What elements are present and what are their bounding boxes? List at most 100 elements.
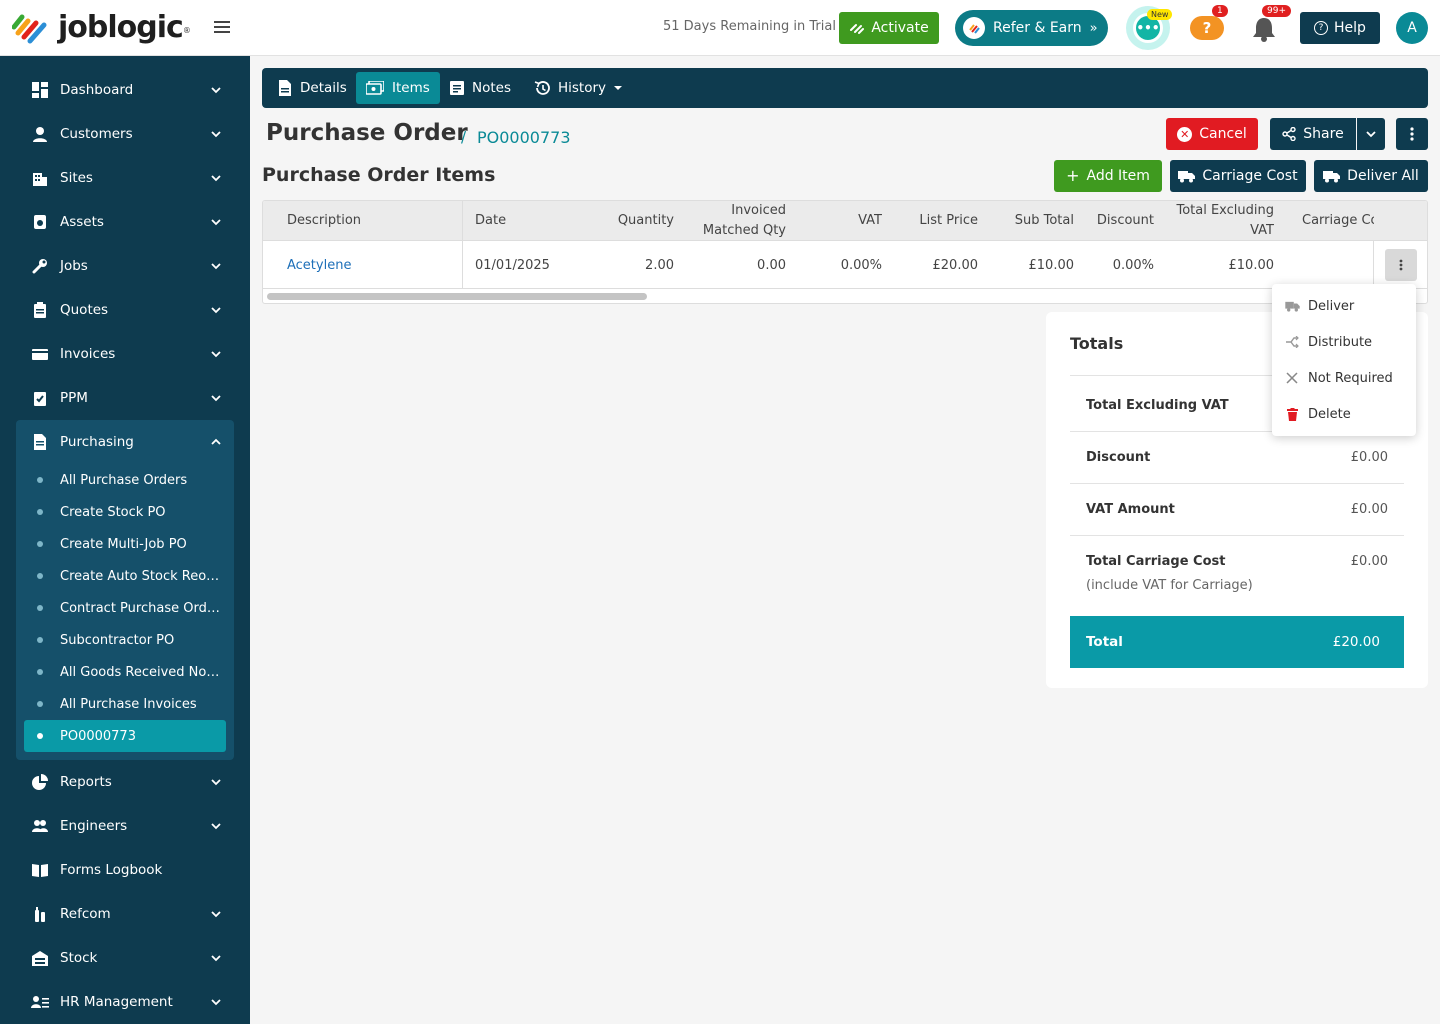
menu-item-deliver[interactable]: Deliver (1272, 288, 1416, 324)
help-button[interactable]: ? Help (1300, 12, 1380, 44)
total-excl-vat-label: Total Excluding VAT (1086, 398, 1229, 413)
sidebar-item-sites[interactable]: Sites (16, 156, 234, 200)
cell-invoiced-matched-qty: 0.00 (757, 257, 786, 273)
item-description-link[interactable]: Acetylene (287, 258, 351, 273)
sidebar-item-jobs[interactable]: Jobs (16, 244, 234, 288)
menu-item-label: Delete (1308, 406, 1351, 422)
sidebar-item-quotes[interactable]: Quotes (16, 288, 234, 332)
building-icon (31, 169, 49, 187)
chevron-up-icon (211, 438, 221, 445)
carriage-cost-button[interactable]: Carriage Cost (1170, 160, 1306, 192)
share-label: Share (1303, 126, 1344, 142)
row-actions-button[interactable] (1385, 249, 1417, 281)
column-header-invoiced-matched-qty[interactable]: Invoiced Matched Qty (683, 201, 786, 241)
menu-toggle-icon[interactable] (212, 18, 232, 38)
table-row: Acetylene (287, 241, 351, 289)
column-header-discount[interactable]: Discount (1083, 201, 1154, 241)
sidebar-item-customers[interactable]: Customers (16, 112, 234, 156)
user-avatar[interactable]: A (1396, 12, 1428, 44)
column-header-description[interactable]: Description (287, 201, 361, 241)
header-line: Invoiced (731, 203, 786, 218)
sidebar-item-label: Purchasing (60, 434, 134, 450)
chevron-down-icon (211, 823, 221, 830)
sidebar-item-ppm[interactable]: PPM (16, 376, 234, 420)
sidebar-subitem-create-auto-stock-reorder[interactable]: Create Auto Stock Reord... (24, 560, 226, 592)
activate-icon (850, 24, 865, 34)
money-bill-icon (366, 81, 384, 95)
caret-down-icon (614, 86, 623, 90)
sidebar-subitem-create-stock-po[interactable]: Create Stock PO (24, 496, 226, 528)
sidebar-item-hr-management[interactable]: HR Management (16, 980, 234, 1024)
chevron-down-icon (211, 911, 221, 918)
notifications-bell-icon[interactable] (1250, 16, 1278, 42)
header-line: Total Excluding (1176, 203, 1274, 218)
total-label: Total (1086, 634, 1123, 650)
sidebar-subitem-create-multi-job-po[interactable]: Create Multi-Job PO (24, 528, 226, 560)
sidebar-item-label: Forms Logbook (60, 862, 163, 878)
sidebar-item-refcom[interactable]: Refcom (16, 892, 234, 936)
sidebar-item-label: Reports (60, 774, 112, 790)
sidebar-item-label: Assets (60, 214, 104, 230)
tab-details[interactable]: Details (268, 72, 357, 104)
tab-bar: Details Items Notes History (262, 68, 1428, 108)
carriage-cost-value: £0.00 (1350, 554, 1388, 569)
tab-items[interactable]: Items (356, 72, 440, 104)
add-item-button[interactable]: + Add Item (1054, 160, 1162, 192)
sidebar-subitem-contract-purchase-orders[interactable]: Contract Purchase Orders (24, 592, 226, 624)
sidebar-subitem-all-goods-received-notes[interactable]: All Goods Received Notes (24, 656, 226, 688)
sidebar-item-invoices[interactable]: Invoices (16, 332, 234, 376)
subitem-label: Create Stock PO (60, 504, 166, 520)
column-header-total-excl-vat[interactable]: Total Excluding VAT (1163, 201, 1274, 241)
column-header-sub-total[interactable]: Sub Total (983, 201, 1074, 241)
chevron-down-icon (211, 263, 221, 270)
sidebar-item-assets[interactable]: Assets (16, 200, 234, 244)
column-header-carriage-cost[interactable]: Carriage Co (1302, 201, 1374, 241)
gas-cylinder-icon (31, 905, 49, 923)
help-cloud-icon[interactable]: ? (1190, 16, 1224, 40)
clipboard-check-icon (31, 389, 49, 407)
grand-total-bar: Total £20.00 (1070, 616, 1404, 668)
column-header-date[interactable]: Date (475, 201, 506, 241)
sidebar-item-forms-logbook[interactable]: Forms Logbook (16, 848, 234, 892)
horizontal-scrollbar[interactable] (267, 293, 647, 300)
sidebar-item-stock[interactable]: Stock (16, 936, 234, 980)
menu-item-distribute[interactable]: Distribute (1272, 324, 1416, 360)
column-header-vat[interactable]: VAT (803, 201, 882, 241)
help-count-badge: 1 (1212, 5, 1228, 17)
vertical-ellipsis-icon (1399, 259, 1403, 271)
share-dropdown-button[interactable] (1357, 118, 1385, 150)
close-icon (1284, 370, 1300, 386)
activate-button[interactable]: Activate (839, 12, 939, 44)
sidebar-item-dashboard[interactable]: Dashboard (16, 68, 234, 112)
sidebar-subitem-current-po[interactable]: PO0000773 (24, 720, 226, 752)
refer-earn-button[interactable]: Refer & Earn » (955, 10, 1108, 46)
book-icon (31, 861, 49, 879)
deliver-all-label: Deliver All (1347, 168, 1419, 184)
cell-total-excl-vat: £10.00 (1228, 257, 1275, 273)
joblogic-logo[interactable]: joblogic ® (12, 10, 191, 46)
sidebar-item-purchasing[interactable]: Purchasing (16, 420, 234, 464)
notifications-count-badge: 99+ (1262, 5, 1291, 17)
subitem-label: All Goods Received Notes (60, 664, 222, 680)
wrench-icon (31, 257, 49, 275)
sidebar-subitem-all-purchase-orders[interactable]: All Purchase Orders (24, 464, 226, 496)
share-button[interactable]: Share (1270, 118, 1356, 150)
sidebar-subitem-subcontractor-po[interactable]: Subcontractor PO (24, 624, 226, 656)
sidebar-subitem-all-purchase-invoices[interactable]: All Purchase Invoices (24, 688, 226, 720)
menu-item-delete[interactable]: Delete (1272, 396, 1416, 432)
pie-chart-icon (31, 773, 49, 791)
tab-notes[interactable]: Notes (440, 72, 521, 104)
menu-item-not-required[interactable]: Not Required (1272, 360, 1416, 396)
times-circle-icon: ✕ (1177, 126, 1193, 142)
more-options-button[interactable] (1396, 118, 1428, 150)
deliver-all-button[interactable]: Deliver All (1314, 160, 1428, 192)
sidebar-item-engineers[interactable]: Engineers (16, 804, 234, 848)
tab-history[interactable]: History (524, 72, 632, 104)
sidebar-item-reports[interactable]: Reports (16, 760, 234, 804)
cancel-button[interactable]: ✕ Cancel (1166, 118, 1258, 150)
column-header-quantity[interactable]: Quantity (583, 201, 674, 241)
column-header-list-price[interactable]: List Price (893, 201, 978, 241)
help-label: Help (1334, 20, 1366, 36)
dashboard-icon (31, 81, 49, 99)
credit-card-icon (31, 345, 49, 363)
